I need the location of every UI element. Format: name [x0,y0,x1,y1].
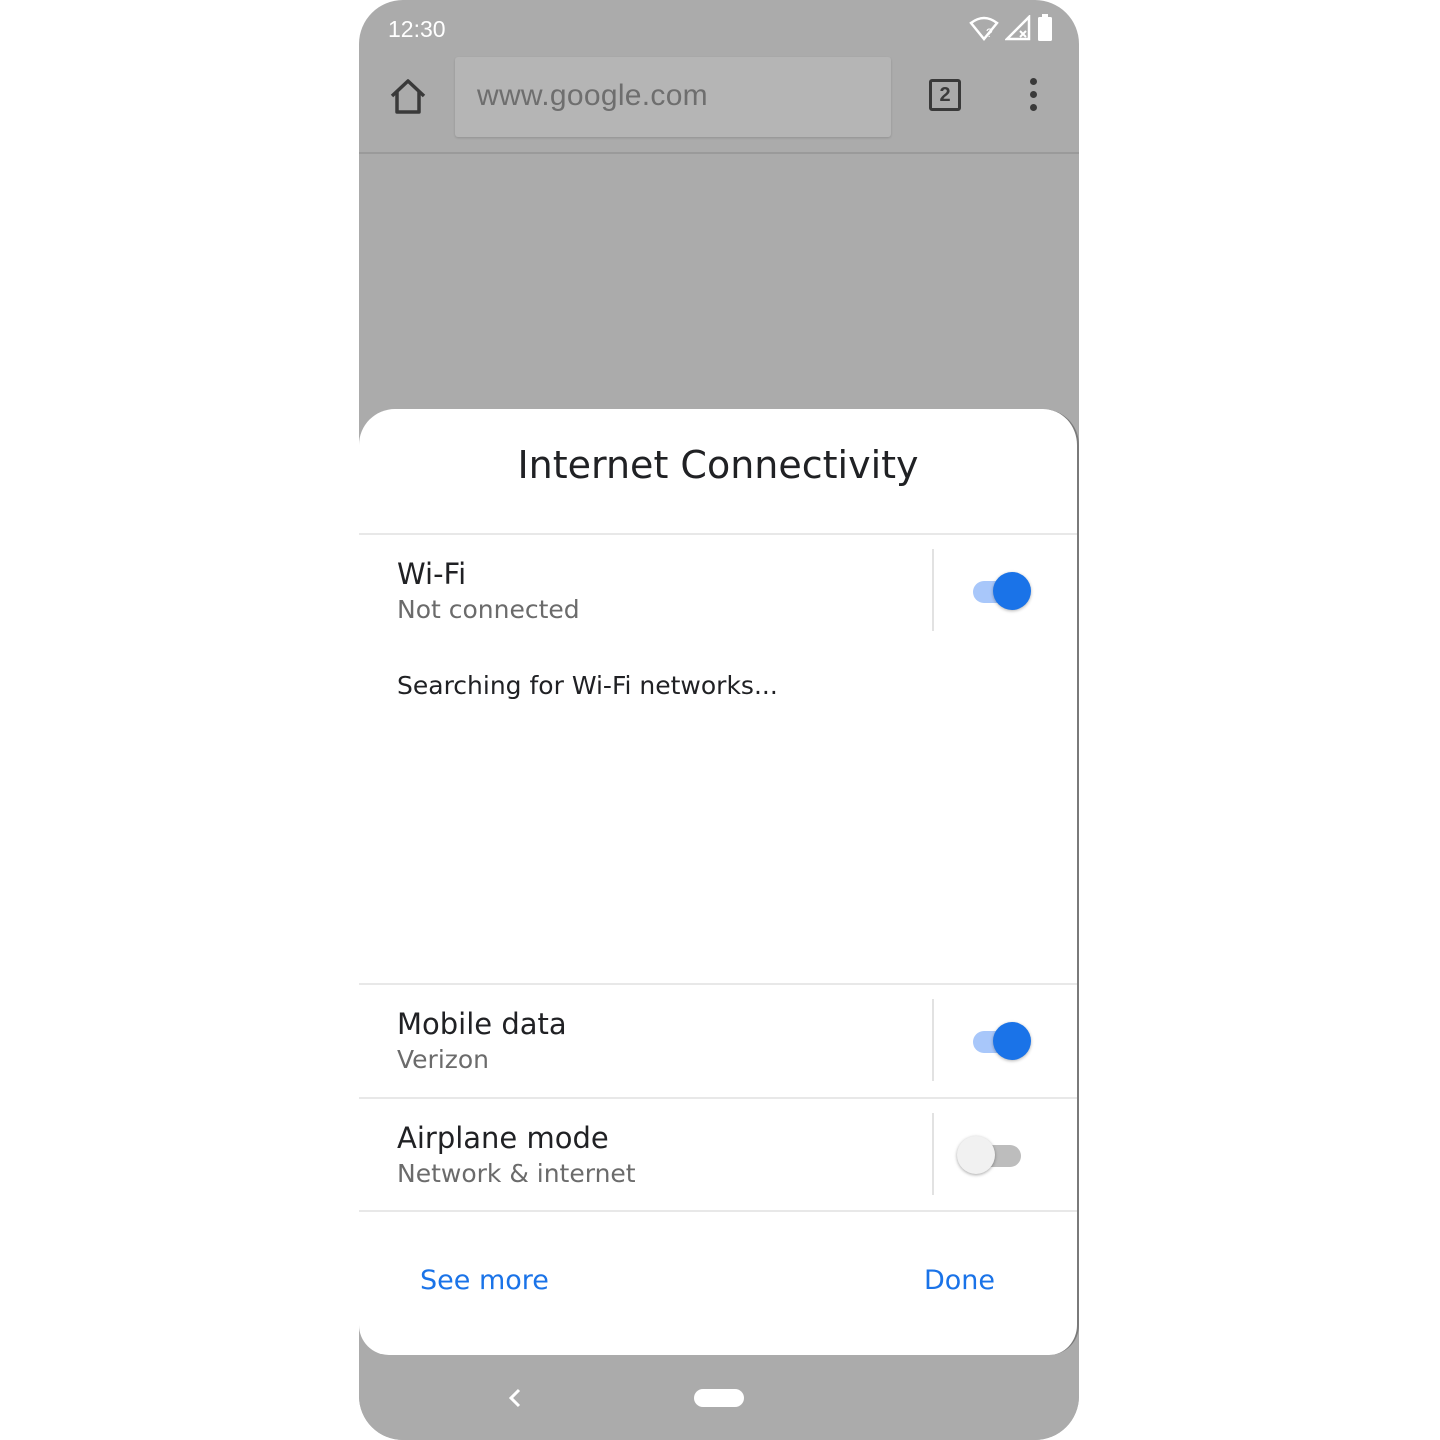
airplane-mode-toggle[interactable] [957,1134,1027,1174]
vertical-divider [932,549,934,631]
divider [359,983,1077,985]
signal-off-icon [1005,15,1031,41]
navigation-bar [359,1356,1079,1440]
sheet-title: Internet Connectivity [517,443,919,487]
tabs-icon[interactable]: 2 [929,79,961,111]
see-more-button[interactable]: See more [420,1265,549,1296]
browser-toolbar: www.google.com 2 [359,56,1079,152]
mobile-data-toggle[interactable] [967,1020,1031,1060]
divider [359,533,1077,535]
wifi-searching-text: Searching for Wi-Fi networks... [397,671,778,700]
vertical-divider [932,999,934,1081]
mobile-data-title: Mobile data [397,1007,567,1041]
phone-frame: 12:30 ? www.google.com 2 Internet Connec… [359,0,1079,1440]
mobile-data-subtitle: Verizon [397,1045,490,1074]
status-time: 12:30 [388,16,446,42]
more-vert-icon[interactable] [1023,78,1043,114]
status-icons: ? [969,14,1053,42]
battery-icon [1038,14,1052,41]
connectivity-sheet: Internet Connectivity Wi-Fi Not connecte… [359,409,1079,1355]
divider [359,1210,1077,1212]
svg-text:?: ? [986,26,993,40]
divider [359,1097,1077,1099]
airplane-mode-title: Airplane mode [397,1121,609,1155]
home-pill[interactable] [694,1389,744,1407]
back-icon[interactable] [507,1388,523,1408]
toolbar-divider [359,152,1079,154]
airplane-mode-subtitle: Network & internet [397,1159,636,1188]
wifi-title: Wi-Fi [397,557,467,591]
wifi-toggle[interactable] [967,570,1031,610]
url-bar[interactable]: www.google.com [455,57,891,137]
vertical-divider [932,1113,934,1195]
wifi-question-icon: ? [969,16,999,41]
status-bar: 12:30 ? [359,0,1079,60]
url-text: www.google.com [477,79,708,112]
home-icon[interactable] [387,76,429,118]
wifi-subtitle: Not connected [397,595,580,624]
done-button[interactable]: Done [924,1265,995,1296]
